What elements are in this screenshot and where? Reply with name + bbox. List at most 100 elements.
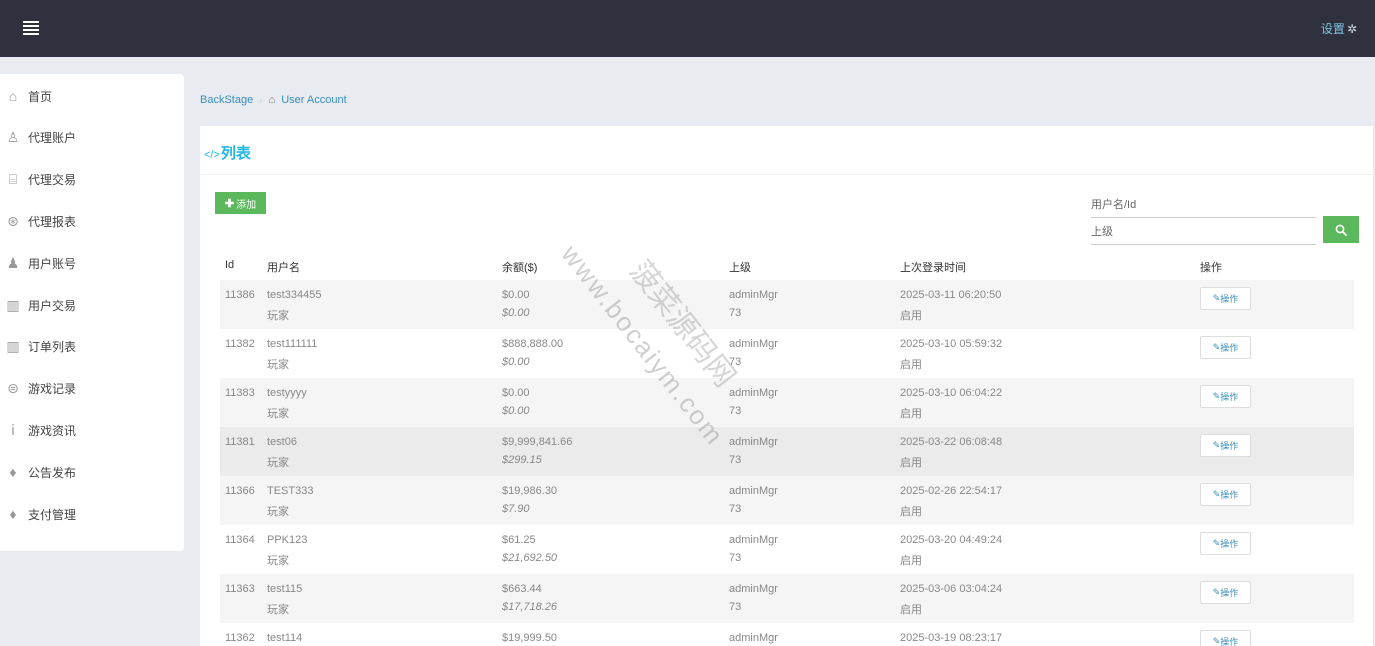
sidebar-item[interactable]: ♦ 支付管理 [0, 493, 184, 535]
edit-button[interactable]: ✎ 操作 [1200, 336, 1251, 359]
edit-button[interactable]: ✎ 操作 [1200, 630, 1251, 646]
sidebar-item[interactable]: ⊜ 游戏记录 [0, 368, 184, 410]
briefcase-icon: ▥ [6, 296, 20, 313]
cell-role: 玩家 [267, 408, 289, 420]
cell-parent: adminMgr [729, 387, 778, 399]
sidebar-item[interactable]: ♟ 用户账号 [0, 242, 184, 284]
cell-balance-secondary: $21,692.50 [502, 552, 558, 564]
edit-button[interactable]: ✎ 操作 [1200, 483, 1251, 506]
edit-button-label: 操作 [1220, 441, 1239, 451]
header-id: Id [225, 259, 235, 271]
add-button-label: 添加 [236, 199, 257, 211]
sidebar-item-label: 公告发布 [28, 465, 77, 480]
lifebuoy-icon: ⊛ [7, 212, 19, 229]
cell-last-login: 2025-03-06 03:04:24 [900, 583, 1003, 595]
edit-icon: ✎ [1212, 489, 1221, 499]
edit-button-label: 操作 [1220, 588, 1239, 598]
cell-username: PPK123 [267, 534, 308, 546]
settings-label: 设置 [1320, 22, 1345, 36]
sidebar-item-label: 支付管理 [28, 507, 77, 522]
edit-button[interactable]: ✎ 操作 [1200, 532, 1251, 555]
sidebar-item[interactable]: ⅰ 游戏资讯 [0, 409, 184, 451]
sidebar: ⌂ 首页 ♙ 代理账户 ⌸ 代理交易 ⊛ 代理报表 ♟ 用户账号 ▥ 用户交易 ▥ 订单列表 ⊜ 游戏记录 ⅰ 游… [0, 74, 184, 551]
cell-balance-secondary: $17,718.26 [502, 601, 558, 613]
cell-id: 11362 [225, 632, 255, 644]
edit-button[interactable]: ✎ 操作 [1200, 581, 1251, 604]
header-actions: 操作 [1200, 262, 1222, 274]
sidebar-item[interactable]: ▥ 用户交易 [0, 284, 184, 326]
table-row: 11366 TEST333 玩家 $19,986.30 $7.90 adminMgr 73 2… [220, 476, 1354, 525]
divider [200, 174, 1373, 175]
cell-parent: adminMgr [729, 289, 778, 301]
table-row: 11383 testyyyy 玩家 $0.00 $0.00 adminMgr 73 2025-… [220, 378, 1354, 427]
cell-last-login: 2025-03-20 04:49:24 [900, 534, 1003, 546]
table-row: 11363 test115 玩家 $663.44 $17,718.26 adminMgr 7… [220, 574, 1354, 623]
edit-button-label: 操作 [1220, 343, 1239, 353]
home-icon: ⌂ [268, 94, 276, 106]
search-button[interactable] [1323, 216, 1359, 243]
edit-button-label: 操作 [1220, 392, 1239, 402]
add-button[interactable]: ✚ 添加 [215, 192, 266, 214]
cell-status: 启用 [900, 457, 922, 469]
top-navbar: 设置 ✲ [0, 0, 1375, 57]
cell-parent-id: 73 [729, 601, 742, 613]
edit-icon: ✎ [1212, 293, 1221, 303]
breadcrumb: BackStage › ⌂ User Account [200, 94, 347, 106]
edit-button[interactable]: ✎ 操作 [1200, 287, 1251, 310]
edit-button[interactable]: ✎ 操作 [1200, 385, 1251, 408]
list-panel: </>列表 ✚ 添加 Id 用户名 余额($) 上级 上次登录时间 操作 113… [200, 126, 1373, 646]
cell-parent-id: 73 [729, 552, 742, 564]
cell-status: 启用 [900, 310, 922, 322]
cell-username: TEST333 [267, 485, 314, 497]
edit-icon: ✎ [1212, 391, 1221, 401]
sidebar-item-label: 游戏资讯 [28, 423, 77, 438]
user-icon: ♟ [6, 254, 20, 271]
cell-balance: $9,999,841.66 [502, 436, 573, 448]
cell-username: testyyyy [267, 387, 307, 399]
sidebar-item-label: 首页 [28, 89, 53, 104]
parent-search-input[interactable] [1091, 219, 1316, 245]
cell-username: test115 [267, 583, 303, 595]
breadcrumb-root[interactable]: BackStage [200, 94, 253, 106]
cell-balance: $663.44 [502, 583, 542, 595]
sidebar-item-label: 代理账户 [28, 131, 77, 146]
cell-username: test334455 [267, 289, 322, 301]
cell-last-login: 2025-03-19 08:23:17 [900, 632, 1003, 644]
table-row: 11386 test334455 玩家 $0.00 $0.00 adminMgr 73 202… [220, 280, 1354, 329]
edit-icon: ✎ [1212, 538, 1221, 548]
cell-status: 启用 [900, 555, 922, 567]
edit-icon: ✎ [1212, 440, 1221, 450]
cell-role: 玩家 [267, 457, 289, 469]
sidebar-item-label: 订单列表 [28, 340, 77, 355]
edit-button[interactable]: ✎ 操作 [1200, 434, 1251, 457]
menu-toggle-icon[interactable] [23, 21, 39, 35]
sidebar-item[interactable]: ♦ 公告发布 [0, 451, 184, 493]
cell-last-login: 2025-03-10 06:04:22 [900, 387, 1003, 399]
sidebar-item[interactable]: ⌸ 代理交易 [0, 159, 184, 201]
briefcase-icon: ▥ [6, 338, 20, 355]
sidebar-item[interactable]: ⌂ 首页 [0, 75, 184, 117]
bell-icon: ♦ [9, 464, 17, 481]
breadcrumb-separator: › [259, 94, 263, 106]
sidebar-item[interactable]: ♙ 代理账户 [0, 117, 184, 159]
cell-username: test114 [267, 632, 303, 644]
cell-last-login: 2025-03-11 06:20:50 [900, 289, 1002, 301]
sidebar-item[interactable]: ⊛ 代理报表 [0, 200, 184, 242]
cell-status: 启用 [900, 506, 922, 518]
cell-id: 11383 [225, 387, 255, 399]
cell-username: test111111 [267, 338, 318, 350]
sidebar-item-label: 代理交易 [28, 173, 77, 188]
cell-balance-secondary: $0.00 [502, 307, 530, 319]
username-search-input[interactable] [1091, 192, 1316, 218]
sidebar-item-label: 游戏记录 [28, 382, 77, 397]
panel-title: </>列表 [204, 142, 251, 163]
breadcrumb-current[interactable]: User Account [281, 94, 346, 106]
header-balance: 余额($) [502, 262, 538, 274]
user-lock-icon: ♙ [6, 129, 20, 146]
sidebar-item[interactable]: ▥ 订单列表 [0, 326, 184, 368]
cell-id: 11381 [225, 436, 255, 448]
settings-menu[interactable]: 设置 ✲ [1321, 20, 1357, 37]
cell-role: 玩家 [267, 310, 289, 322]
cell-balance-secondary: $299.15 [502, 454, 542, 466]
table-body: 11386 test334455 玩家 $0.00 $0.00 adminMgr 73 202… [220, 280, 1354, 646]
